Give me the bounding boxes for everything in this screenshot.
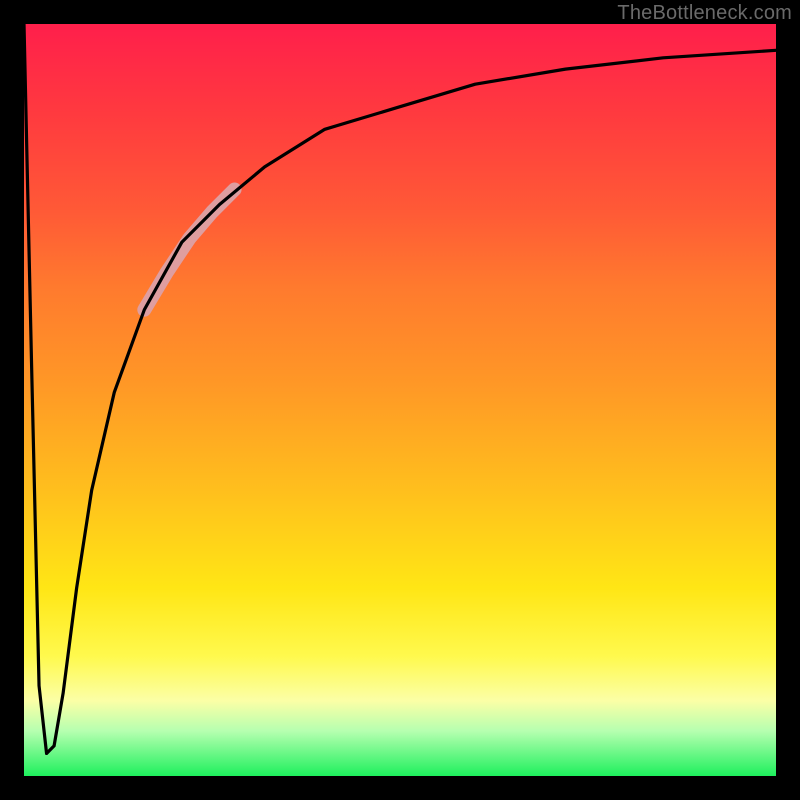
highlight-segment-path [144,189,234,309]
chart-frame: TheBottleneck.com [0,0,800,800]
chart-plot-area [24,24,776,776]
bottleneck-curve-path [24,24,776,753]
watermark-text: TheBottleneck.com [617,2,792,25]
